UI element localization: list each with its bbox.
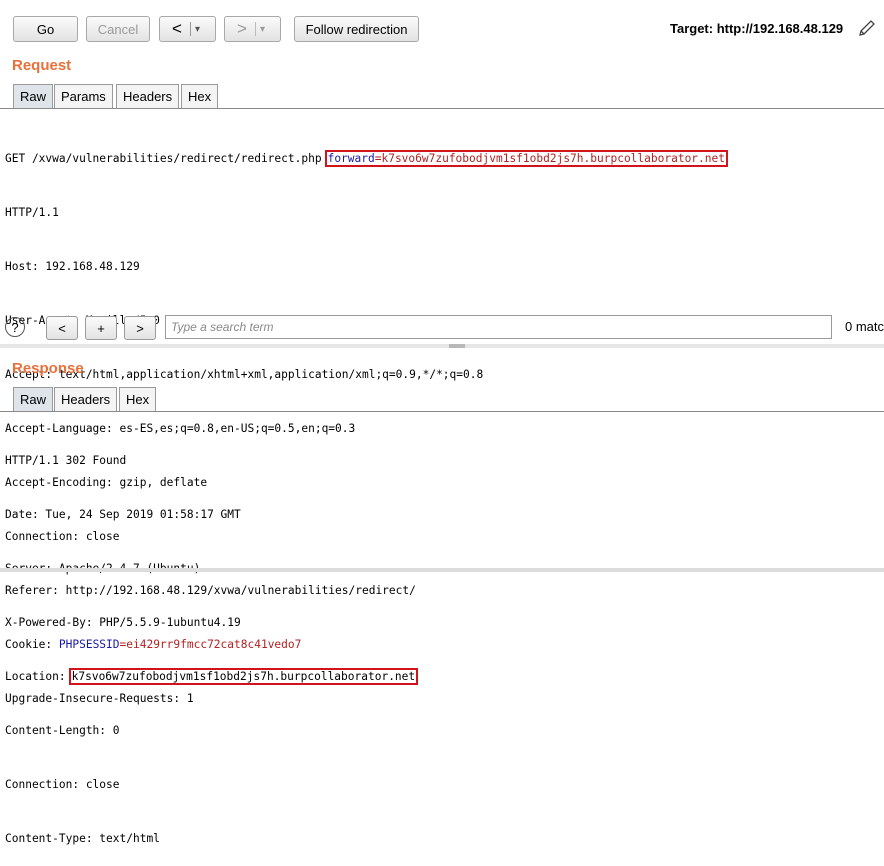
- request-tab-params[interactable]: Params: [54, 84, 113, 108]
- follow-redirection-button[interactable]: Follow redirection: [294, 16, 419, 42]
- response-editor[interactable]: HTTP/1.1 302 Found Date: Tue, 24 Sep 201…: [5, 416, 419, 866]
- divider: [189, 22, 191, 36]
- request-tab-hex[interactable]: Hex: [181, 84, 219, 108]
- go-button[interactable]: Go: [13, 16, 78, 42]
- response-line: Connection: close: [5, 778, 120, 791]
- back-history-dropdown-icon[interactable]: ▾: [195, 24, 200, 35]
- response-title: Response: [12, 360, 84, 377]
- response-line: Date: Tue, 24 Sep 2019 01:58:17 GMT: [5, 508, 241, 521]
- request-header-line: HTTP/1.1: [5, 206, 59, 219]
- search-add-button[interactable]: +: [85, 316, 117, 340]
- search-previous-button[interactable]: <: [46, 316, 78, 340]
- request-title: Request: [12, 57, 72, 74]
- match-count: 0 matc: [845, 319, 884, 334]
- bottom-border: [0, 568, 884, 572]
- location-line: Location: k7svo6w7zufobodjvm1sf1obd2js7h.…: [5, 668, 419, 686]
- pane-splitter[interactable]: [0, 344, 884, 348]
- forward-arrow-icon: >: [237, 19, 247, 38]
- request-tab-headers[interactable]: Headers: [116, 84, 180, 108]
- response-line: Content-Length: 0: [5, 724, 120, 737]
- response-line: HTTP/1.1 302 Found: [5, 454, 127, 467]
- forward-button[interactable]: > ▾: [224, 16, 281, 42]
- search-input[interactable]: Type a search term: [165, 315, 832, 339]
- highlighted-location: k7svo6w7zufobodjvm1sf1obd2js7h.burpcolla…: [68, 668, 419, 685]
- forward-history-dropdown-icon[interactable]: ▾: [260, 24, 265, 35]
- response-line: X-Powered-By: PHP/5.5.9-1ubuntu4.19: [5, 616, 241, 629]
- request-header-line: Accept: text/html,application/xhtml+xml,…: [5, 368, 484, 381]
- request-tab-raw[interactable]: Raw: [13, 84, 54, 108]
- response-tab-raw[interactable]: Raw: [13, 387, 54, 411]
- response-line: Content-Type: text/html: [5, 832, 160, 845]
- back-arrow-icon: <: [172, 19, 182, 38]
- response-tab-hex[interactable]: Hex: [119, 387, 157, 411]
- response-tab-headers[interactable]: Headers: [54, 387, 118, 411]
- cancel-button[interactable]: Cancel: [86, 16, 150, 42]
- help-icon[interactable]: ?: [5, 317, 25, 337]
- back-button[interactable]: < ▾: [159, 16, 216, 42]
- divider: [0, 108, 884, 109]
- target-label: Target: http://192.168.48.129: [670, 21, 844, 36]
- request-header-line: Host: 192.168.48.129: [5, 260, 140, 273]
- request-line: GET /xvwa/vulnerabilities/redirect/redir…: [5, 150, 728, 168]
- divider: [0, 411, 884, 412]
- highlighted-parameter: forward=k7svo6w7zufobodjvm1sf1obd2js7h.b…: [324, 150, 728, 167]
- divider: [254, 22, 256, 36]
- search-next-button[interactable]: >: [124, 316, 156, 340]
- pencil-icon[interactable]: [856, 17, 878, 39]
- splitter-grip-icon[interactable]: [449, 344, 465, 348]
